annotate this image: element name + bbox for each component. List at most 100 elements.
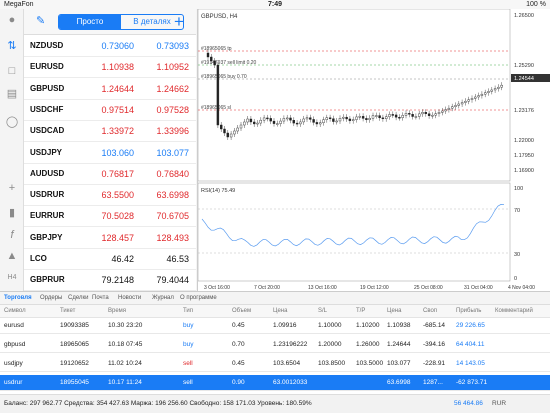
pencil-icon[interactable]: ✎ — [36, 14, 45, 27]
table-cell: 0.45 — [232, 322, 245, 329]
table-cell: 0.70 — [232, 341, 245, 348]
table-cell: 10.17 11:24 — [108, 379, 142, 386]
table-cell: 1.26000 — [356, 341, 380, 348]
candle-body — [272, 120, 276, 124]
table-cell: 1.24644 — [387, 341, 411, 348]
candle-body — [262, 117, 266, 121]
tab-terminal[interactable]: Сделки — [68, 295, 88, 301]
table-row[interactable]: usdrur 18955045 10.17 11:24 sell 0.90 63.0012… — [0, 375, 550, 391]
column-header[interactable]: Тикет — [60, 308, 75, 314]
candle-body — [312, 119, 315, 123]
trade-icon[interactable]: ⇅ — [5, 39, 19, 53]
quote-row[interactable]: EURRUR 70.5028 70.6705 — [24, 205, 196, 228]
rsi-level: 100 — [514, 186, 523, 192]
tab-terminal[interactable]: Новости — [118, 295, 141, 301]
quote-ask: 46.53 — [166, 254, 189, 264]
column-header[interactable]: Тип — [183, 308, 193, 314]
column-header[interactable]: Своп — [423, 308, 437, 314]
quote-row[interactable]: USDJPY 103.060 103.077 — [24, 142, 196, 164]
candle-body — [417, 113, 421, 117]
table-cell: 18965065 — [60, 341, 89, 348]
table-cell: 18955045 — [60, 379, 89, 386]
chat-icon[interactable]: □ — [5, 64, 19, 78]
order-label: #19147937 sell limit 0.20 — [201, 60, 257, 66]
quote-bid: 1.24644 — [101, 83, 134, 94]
column-header[interactable]: Цена — [387, 308, 401, 314]
column-header[interactable]: S/L — [318, 308, 327, 314]
crosshair-icon[interactable]: + — [5, 181, 19, 195]
table-row[interactable]: gbpusd 18965065 10.18 07:45 buy 0.70 1.231962… — [0, 337, 550, 353]
candle-body — [381, 117, 385, 120]
candle-body — [450, 106, 454, 109]
candle-body — [253, 121, 256, 125]
tab-terminal[interactable]: Журнал — [152, 295, 174, 301]
candle-body — [348, 118, 352, 121]
price-label: 1.16900 — [514, 168, 534, 174]
quote-row[interactable]: EURUSD 1.10938 1.10952 — [24, 56, 196, 79]
column-header[interactable]: Символ — [4, 308, 26, 314]
rsi-pane — [197, 182, 511, 282]
quotes-toolbar: ✎ Просто В деталях + — [24, 9, 196, 35]
quote-row[interactable]: USDCHF 0.97514 0.97528 — [24, 99, 196, 121]
objects-icon[interactable]: ▲ — [5, 249, 19, 263]
table-cell: 29 226.65 — [456, 322, 485, 329]
quote-row[interactable]: GBPJPY 128.457 128.493 — [24, 227, 196, 249]
column-header[interactable]: Комментарий — [495, 308, 533, 314]
add-symbol-icon[interactable]: + — [174, 12, 184, 32]
view-toggle[interactable]: Просто В деталях — [58, 14, 184, 30]
timeframe-icon[interactable]: H4 — [5, 271, 19, 285]
column-header[interactable]: Объем — [232, 308, 251, 314]
candles-icon[interactable]: ▮ — [5, 206, 19, 220]
candle-body — [391, 114, 395, 116]
quote-row[interactable]: GBPRUR 79.2148 79.4044 — [24, 269, 196, 292]
candle-body — [490, 89, 493, 92]
tab-terminal[interactable]: Торговля — [4, 295, 32, 301]
column-header[interactable]: Цена — [273, 308, 287, 314]
candle-body — [305, 117, 309, 120]
quote-row[interactable]: USDRUR 63.5500 63.6998 — [24, 184, 196, 207]
tab-simple[interactable]: Просто — [59, 15, 121, 29]
history-icon[interactable]: ◯ — [5, 115, 19, 129]
account-icon[interactable]: ● — [5, 13, 19, 27]
table-row[interactable]: eurusd 19093385 10.30 23:20 buy 0.45 1.09916 1… — [0, 318, 550, 334]
price-label: 1.23176 — [514, 108, 534, 114]
document-icon[interactable]: ▤ — [5, 87, 19, 101]
tab-terminal[interactable]: Почта — [92, 295, 109, 301]
chart-svg[interactable]: GBPUSD, H4 1.26500 1.25290 1.24544 1.23176 1.… — [197, 8, 550, 291]
table-row[interactable]: usdjpy 19120652 11.02 10:24 sell 0.45 103.650… — [0, 356, 550, 372]
indicator-icon[interactable]: f — [5, 228, 19, 242]
candle-body — [424, 112, 428, 114]
candle-body — [292, 120, 296, 124]
candle-body — [338, 118, 342, 122]
candle-body — [269, 118, 272, 122]
quote-ask: 70.6705 — [156, 211, 189, 222]
quote-row[interactable]: LCO 46.42 46.53 — [24, 248, 196, 270]
quote-ask: 0.97528 — [156, 104, 189, 115]
quote-row[interactable]: AUDUSD 0.76817 0.76840 — [24, 163, 196, 185]
column-header[interactable]: Время — [108, 308, 126, 314]
column-header[interactable]: Прибыль — [456, 308, 481, 314]
quote-bid: 0.76817 — [101, 168, 134, 179]
price-label: 1.25290 — [514, 63, 534, 69]
tab-terminal[interactable]: Ордеры — [40, 295, 62, 301]
tab-terminal[interactable]: О программе — [180, 295, 217, 301]
terminal-tabs: Торговля Ордеры Сделки Почта Новости Журнал О … — [0, 291, 550, 305]
candle-body — [434, 113, 437, 116]
table-cell: 103.6504 — [273, 360, 301, 367]
column-header[interactable]: T/P — [356, 308, 365, 314]
table-cell: buy — [183, 341, 194, 348]
table-cell: -394.16 — [423, 341, 446, 348]
quote-symbol: GBPUSD — [30, 83, 65, 93]
quote-row[interactable]: NZDUSD 0.73060 0.73093 — [24, 35, 196, 57]
quote-row[interactable]: USDCAD 1.33972 1.33996 — [24, 120, 196, 143]
chart-area[interactable]: GBPUSD, H4 1.26500 1.25290 1.24544 1.23176 1.… — [197, 8, 550, 291]
candle-body — [474, 96, 477, 99]
quote-row[interactable]: GBPUSD 1.24644 1.24662 — [24, 78, 196, 100]
table-cell: -62 873.71 — [456, 379, 488, 386]
quote-symbol: GBPRUR — [30, 275, 65, 285]
table-cell: 11.02 10:24 — [108, 360, 142, 367]
table-cell: 1.10000 — [318, 322, 342, 329]
order-label: #18965065 sl — [201, 105, 231, 111]
candle-body — [220, 124, 223, 130]
candle-body — [295, 122, 299, 125]
